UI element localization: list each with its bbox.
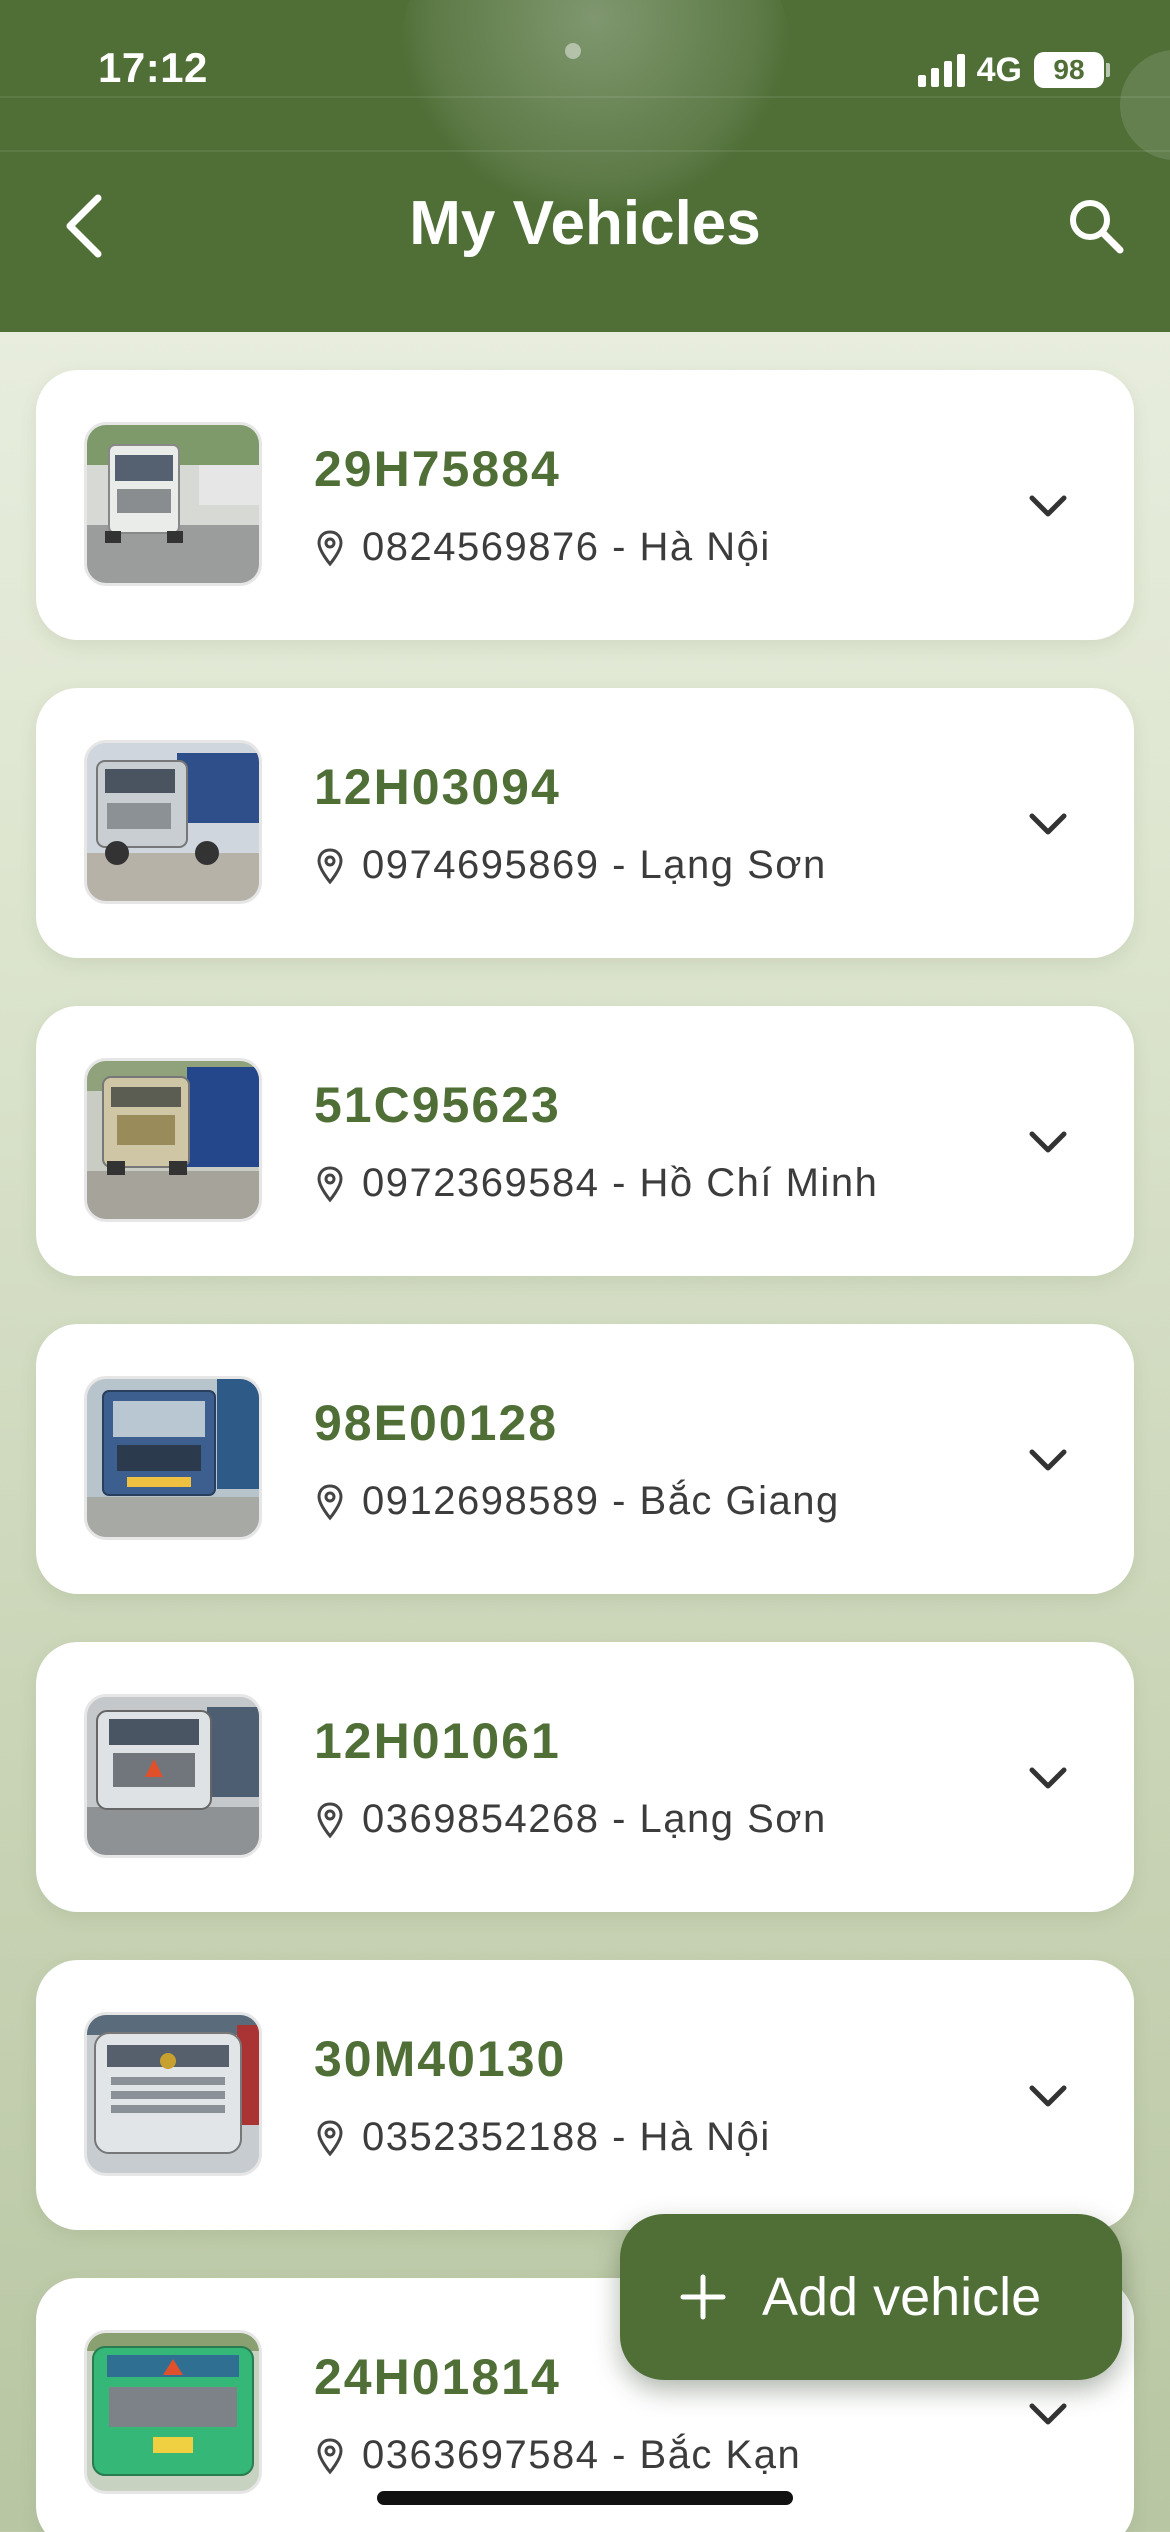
location-pin-icon	[317, 2119, 343, 2156]
header-decor-glow	[400, 0, 790, 210]
vehicle-plate: 24H01814	[314, 2349, 561, 2405]
vehicle-photo	[84, 1694, 262, 1858]
vehicle-card[interactable]: 12H01061 0369854268 - Lạng Sơn	[36, 1642, 1134, 1912]
chevron-down-icon	[1029, 495, 1067, 517]
vehicle-plate: 29H75884	[314, 441, 561, 497]
expand-button[interactable]	[1020, 1432, 1076, 1488]
header-decor-dot	[565, 43, 581, 59]
vehicle-meta: 0369854268 - Lạng Sơn	[316, 1797, 827, 1842]
search-button[interactable]	[1058, 188, 1134, 264]
chevron-down-icon	[1029, 813, 1067, 835]
plus-icon	[680, 2274, 726, 2320]
vehicle-meta: 0363697584 - Bắc Kạn	[316, 2433, 801, 2478]
chevron-down-icon	[1029, 1449, 1067, 1471]
vehicle-phone-location: 0824569876 - Hà Nội	[362, 525, 771, 569]
vehicle-card[interactable]: 30M40130 0352352188 - Hà Nội	[36, 1960, 1134, 2230]
status-time: 17:12	[98, 44, 208, 91]
vehicle-card[interactable]: 29H75884 0824569876 - Hà Nội	[36, 370, 1134, 640]
vehicle-phone-location: 0352352188 - Hà Nội	[362, 2115, 771, 2159]
vehicle-photo	[84, 740, 262, 904]
location-pin-icon	[317, 1483, 343, 1520]
expand-button[interactable]	[1020, 1750, 1076, 1806]
expand-button[interactable]	[1020, 2068, 1076, 2124]
vehicle-photo	[84, 1376, 262, 1540]
expand-button[interactable]	[1020, 2386, 1076, 2442]
status-indicators: 4G 98	[917, 50, 1110, 90]
header-decor-glow	[1120, 50, 1170, 160]
add-vehicle-button[interactable]: Add vehicle	[620, 2214, 1122, 2380]
location-pin-icon	[317, 1801, 343, 1838]
vehicle-phone-location: 0363697584 - Bắc Kạn	[362, 2433, 802, 2477]
vehicle-card[interactable]: 12H03094 0974695869 - Lạng Sơn	[36, 688, 1134, 958]
chevron-down-icon	[1029, 1767, 1067, 1789]
vehicle-meta: 0974695869 - Lạng Sơn	[316, 843, 827, 888]
vehicle-photo	[84, 422, 262, 586]
chevron-down-icon	[1029, 2403, 1067, 2425]
vehicle-plate: 12H03094	[314, 759, 561, 815]
cellular-signal-icon	[917, 53, 965, 87]
vehicle-card[interactable]: 98E00128 0912698589 - Bắc Giang	[36, 1324, 1134, 1594]
expand-button[interactable]	[1020, 1114, 1076, 1170]
vehicle-photo	[84, 2330, 262, 2494]
search-icon	[1070, 200, 1124, 254]
vehicle-meta: 0352352188 - Hà Nội	[316, 2115, 771, 2160]
location-pin-icon	[317, 2437, 343, 2474]
vehicle-phone-location: 0972369584 - Hồ Chí Minh	[362, 1161, 879, 1205]
home-indicator[interactable]	[377, 2491, 793, 2505]
location-pin-icon	[317, 529, 343, 566]
expand-button[interactable]	[1020, 478, 1076, 534]
battery-icon: 98	[1034, 52, 1110, 88]
app-header: 17:12 4G 98 My Vehicles	[0, 0, 1170, 332]
battery-level: 98	[1034, 52, 1104, 88]
vehicle-phone-location: 0974695869 - Lạng Sơn	[362, 843, 827, 887]
network-type: 4G	[976, 50, 1022, 89]
page-title: My Vehicles	[409, 189, 761, 258]
vehicle-card[interactable]: 51C95623 0972369584 - Hồ Chí Minh	[36, 1006, 1134, 1276]
vehicle-photo	[84, 1058, 262, 1222]
vehicle-meta: 0912698589 - Bắc Giang	[316, 1479, 840, 1524]
expand-button[interactable]	[1020, 796, 1076, 852]
vehicle-plate: 98E00128	[314, 1395, 559, 1451]
location-pin-icon	[317, 847, 343, 884]
vehicle-phone-location: 0369854268 - Lạng Sơn	[362, 1797, 827, 1841]
vehicle-phone-location: 0912698589 - Bắc Giang	[362, 1479, 840, 1523]
location-pin-icon	[317, 1165, 343, 1202]
vehicle-meta: 0972369584 - Hồ Chí Minh	[316, 1161, 878, 1206]
vehicle-photo	[84, 2012, 262, 2176]
chevron-down-icon	[1029, 1131, 1067, 1153]
vehicle-plate: 12H01061	[314, 1713, 561, 1769]
vehicle-meta: 0824569876 - Hà Nội	[316, 525, 771, 570]
vehicle-plate: 30M40130	[314, 2031, 567, 2087]
chevron-down-icon	[1029, 2085, 1067, 2107]
vehicle-plate: 51C95623	[314, 1077, 561, 1133]
add-vehicle-label: Add vehicle	[762, 2267, 1042, 2327]
